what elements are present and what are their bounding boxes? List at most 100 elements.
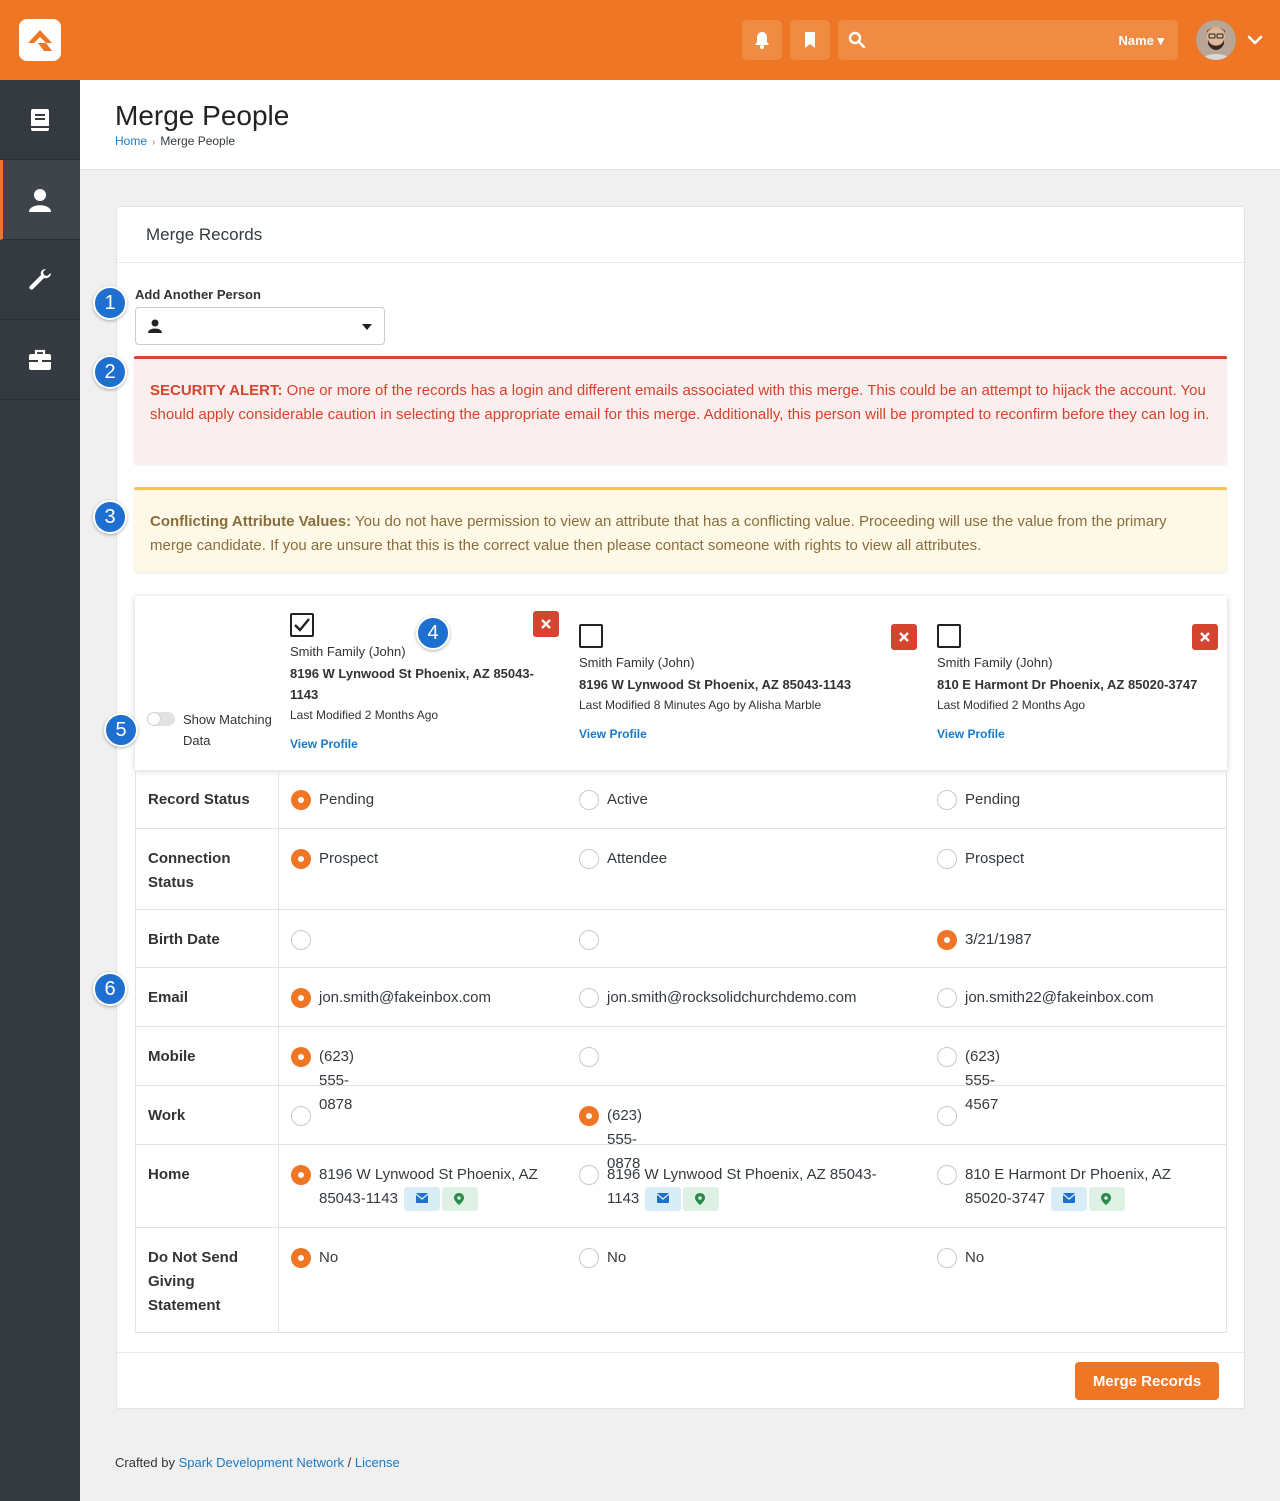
value-text: No — [319, 1249, 339, 1266]
top-bar: Name ▾ — [0, 0, 1280, 80]
sidebar-item-book[interactable] — [0, 80, 80, 160]
candidate-column-2: Smith Family (John) 8196 W Lynwood St Ph… — [579, 596, 917, 770]
row-label: Email — [136, 968, 279, 1026]
close-icon — [899, 632, 909, 642]
radio-unselected[interactable] — [937, 790, 957, 810]
sidebar-item-tools[interactable] — [0, 240, 80, 320]
chevron-down-icon[interactable] — [1246, 31, 1264, 49]
panel-divider — [117, 262, 1244, 263]
panel-title: Merge Records — [146, 225, 263, 244]
add-person-label: Add Another Person — [135, 287, 261, 302]
footer-prefix: Crafted by — [115, 1455, 179, 1470]
page-header: Merge People Home › Merge People — [80, 80, 1280, 170]
panel-footer-divider — [117, 1352, 1244, 1353]
table-row: Record Status Pending Active Pending — [136, 770, 1226, 829]
radio-selected[interactable] — [291, 988, 311, 1008]
radio-selected[interactable] — [291, 1248, 311, 1268]
table-row: Connection Status Prospect Attendee Pros… — [136, 829, 1226, 910]
sidebar-item-people[interactable] — [0, 160, 80, 240]
merge-records-button[interactable]: Merge Records — [1075, 1362, 1219, 1400]
search-bar[interactable]: Name ▾ — [838, 20, 1178, 60]
view-profile-link[interactable]: View Profile — [579, 727, 647, 741]
search-scope-dropdown[interactable]: Name ▾ — [1118, 33, 1164, 49]
value-text: Active — [607, 791, 648, 808]
radio-unselected[interactable] — [937, 1047, 957, 1067]
table-row: Home 8196 W Lynwood St Phoenix, AZ 85043… — [136, 1145, 1226, 1228]
security-alert-text: One or more of the records has a login a… — [150, 382, 1210, 423]
row-label: Mobile — [136, 1027, 279, 1085]
radio-unselected[interactable] — [291, 1106, 311, 1126]
value-text: Prospect — [965, 850, 1025, 867]
radio-unselected[interactable] — [937, 1165, 957, 1185]
license-link[interactable]: License — [355, 1455, 400, 1470]
toggle-switch[interactable] — [147, 712, 175, 726]
spark-link[interactable]: Spark Development Network — [179, 1455, 344, 1470]
notifications-bell-icon[interactable] — [742, 20, 782, 60]
radio-unselected[interactable] — [291, 930, 311, 950]
mail-address-button[interactable] — [404, 1187, 441, 1211]
value-text: 3/21/1987 — [965, 931, 1032, 948]
candidate-column-3: Smith Family (John) 810 E Harmont Dr Pho… — [937, 596, 1227, 770]
rock-logo-icon[interactable] — [19, 19, 61, 61]
user-avatar[interactable] — [1196, 20, 1236, 60]
table-row: Email jon.smith@fakeinbox.com jon.smith@… — [136, 968, 1226, 1027]
radio-selected[interactable] — [291, 790, 311, 810]
person-icon — [29, 189, 51, 212]
row-label: Do Not Send Giving Statement — [136, 1228, 279, 1332]
breadcrumb-home-link[interactable]: Home — [115, 134, 147, 148]
remove-candidate-button[interactable] — [891, 624, 917, 650]
radio-unselected[interactable] — [579, 790, 599, 810]
primary-candidate-checkbox[interactable] — [579, 624, 603, 648]
remove-candidate-button[interactable] — [533, 611, 559, 637]
callout-badge-4: 4 — [416, 616, 450, 650]
radio-selected[interactable] — [291, 849, 311, 869]
callout-badge-5: 5 — [104, 713, 138, 747]
radio-selected[interactable] — [937, 930, 957, 950]
person-picker[interactable] — [135, 307, 385, 345]
map-button[interactable] — [683, 1187, 720, 1211]
radio-unselected[interactable] — [579, 1165, 599, 1185]
radio-unselected[interactable] — [937, 1248, 957, 1268]
map-button[interactable] — [442, 1187, 479, 1211]
radio-unselected[interactable] — [579, 988, 599, 1008]
candidate-modified: Last Modified 2 Months Ago — [290, 708, 439, 722]
view-profile-link[interactable]: View Profile — [937, 727, 1005, 741]
view-profile-link[interactable]: View Profile — [290, 737, 358, 751]
radio-unselected[interactable] — [937, 988, 957, 1008]
value-text: No — [965, 1249, 985, 1266]
candidate-address: 8196 W Lynwood St Phoenix, AZ 85043-1143 — [290, 666, 534, 702]
radio-unselected[interactable] — [937, 1106, 957, 1126]
primary-candidate-checkbox[interactable] — [937, 624, 961, 648]
radio-selected[interactable] — [579, 1106, 599, 1126]
caret-down-icon — [362, 324, 372, 330]
radio-selected[interactable] — [291, 1165, 311, 1185]
map-button[interactable] — [1089, 1187, 1126, 1211]
radio-unselected[interactable] — [579, 930, 599, 950]
candidate-address: 810 E Harmont Dr Phoenix, AZ 85020-3747 — [937, 677, 1198, 692]
checkmark-icon — [294, 618, 310, 632]
candidate-name: Smith Family (John) — [290, 644, 406, 659]
person-icon — [148, 319, 162, 333]
search-icon — [848, 31, 866, 49]
value-text: jon.smith@fakeinbox.com — [319, 989, 491, 1006]
primary-candidate-checkbox[interactable] — [290, 613, 314, 637]
radio-unselected[interactable] — [579, 849, 599, 869]
radio-unselected[interactable] — [937, 849, 957, 869]
remove-candidate-button[interactable] — [1192, 624, 1218, 650]
bookmark-icon[interactable] — [790, 20, 830, 60]
mail-address-button[interactable] — [645, 1187, 682, 1211]
table-row: Birth Date 3/21/1987 — [136, 910, 1226, 968]
radio-unselected[interactable] — [579, 1248, 599, 1268]
candidate-name: Smith Family (John) — [937, 655, 1053, 670]
value-text: 8196 W Lynwood St Phoenix, AZ 85043-1143 — [319, 1163, 544, 1211]
sidebar-item-admin[interactable] — [0, 320, 80, 400]
candidate-name: Smith Family (John) — [579, 655, 695, 670]
toggle-label: Show Matching Data — [183, 712, 272, 748]
value-text: jon.smith22@fakeinbox.com — [965, 989, 1154, 1006]
radio-selected[interactable] — [291, 1047, 311, 1067]
mail-address-button[interactable] — [1051, 1187, 1088, 1211]
callout-badge-6: 6 — [93, 972, 127, 1006]
breadcrumb-separator: › — [152, 137, 156, 148]
merge-candidates-header: Show Matching Data Smith Family (John) 8… — [135, 596, 1227, 770]
radio-unselected[interactable] — [579, 1047, 599, 1067]
